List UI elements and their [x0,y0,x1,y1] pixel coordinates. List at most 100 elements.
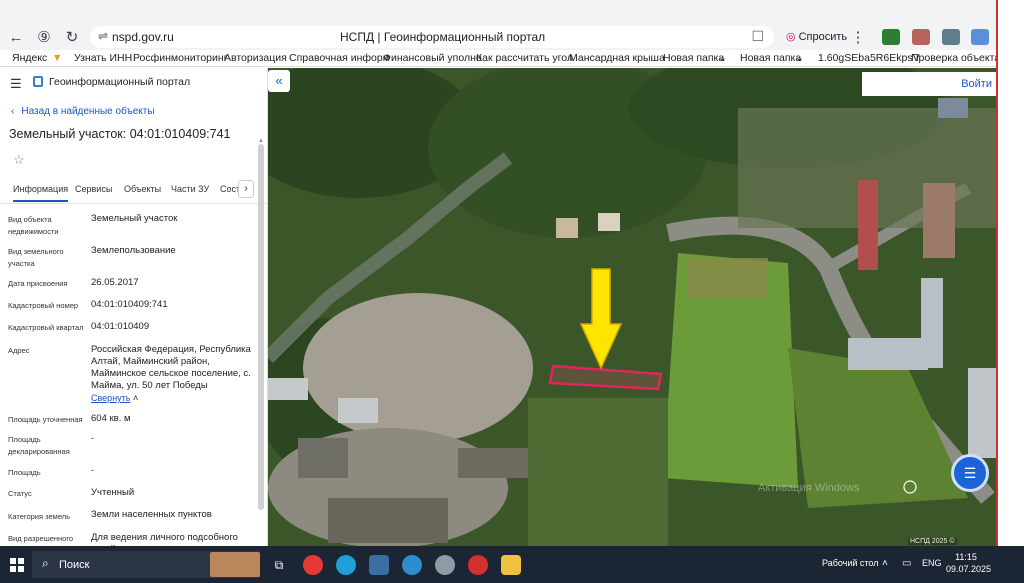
taskbar-search-label: Поиск [59,559,90,571]
address-bar[interactable]: ⇌ nspd.gov.ru НСПД | Геоинформационный п… [90,26,774,48]
object-info-panel: ☰ Геоинформационный портал ‹ Назад в найд… [0,68,268,546]
field-label: Площадь уточненная [8,415,83,424]
ask-button[interactable]: ◎ Спросить [786,30,847,43]
status-value: Учтенный [91,487,135,498]
login-box[interactable]: Войти [862,72,996,96]
chat-icon: ☰ [963,465,977,481]
address-value: Российская Федерация, Республика Алтай, … [91,344,251,391]
back-icon[interactable]: ← [6,28,26,48]
chevron-left-icon: ‹ [11,106,15,117]
field-value: Земельный участок [91,213,178,224]
collapse-link[interactable]: Свернуть ˄ [91,392,256,404]
language-indicator[interactable]: ENG [922,558,942,568]
edge-icon[interactable] [336,555,356,575]
menu-icon[interactable]: ⋮ [848,28,868,48]
field-label: Статус [8,489,32,498]
opera-icon[interactable] [468,555,488,575]
satellite-map[interactable]: « Войти Активация Windows ☰ НСПД 2025 © [268,68,996,546]
bookmark-folder[interactable]: Новая папка [663,52,724,64]
tab-services[interactable]: Сервисы [75,184,112,194]
tabs-next-button[interactable]: › [238,180,254,198]
field-label: Площадь декларированная [8,435,70,456]
field-label: Дата присвоения [8,279,68,288]
bookmark-item[interactable]: 1.60gSEba5R6EkpsV [818,52,920,64]
system-clock[interactable]: 11:15 09.07.2025 [946,551,992,575]
chevron-down-icon: ⌄ [718,52,727,64]
tab-parts[interactable]: Части ЗУ [171,184,209,194]
bookmark-item[interactable]: Узнать ИНН [74,52,132,64]
tab-information[interactable]: Информация [13,184,69,202]
site-settings-icon[interactable]: ⇌ [98,29,108,43]
clock-date: 09.07.2025 [946,564,992,574]
field-label: Вид объекта недвижимости [8,215,59,236]
window-edge [996,0,1024,546]
field-value: - [91,465,95,476]
bookmark-item[interactable]: Справочная информ [289,52,390,64]
internet-explorer-icon[interactable] [402,555,422,575]
yandex-market-icon[interactable]: ▼ [52,52,62,64]
red-roof-building [858,180,878,270]
yandex-browser-icon[interactable] [303,555,323,575]
favorite-star-icon[interactable]: ☆ [13,152,25,168]
activation-watermark: Активация Windows [758,482,860,494]
bookmark-item[interactable]: Яндекс [12,52,47,64]
chevron-down-icon: ⌄ [795,52,804,64]
bookmarks-bar: Яндекс ▼ Узнать ИНН Росфинмониторинг Авт… [0,50,996,67]
permitted-use-value: Для ведения личного подсобного хозяйства [91,532,238,546]
field-value: 26.05.2017 [91,277,139,288]
field-label: Категория земель [8,512,71,521]
ask-label: Спросить [798,31,848,43]
field-label: Вид земельного участка [8,247,64,268]
chat-button[interactable]: ☰ [951,454,989,492]
back-to-results-link[interactable]: ‹ Назад в найденные объекты [11,106,155,117]
tray-chevron-icon[interactable]: ˄ [882,558,888,569]
screen: ← ⑨ ↻ ⇌ nspd.gov.ru НСПД | Геоинформацио… [0,0,1024,583]
area-value: 604 кв. м [91,413,131,424]
profile-icon[interactable] [912,29,930,45]
object-tabs: Информация Сервисы Объекты Части ЗУ Сост… [0,178,267,204]
field-label: Площадь [8,468,41,477]
store-icon[interactable] [369,555,389,575]
file-explorer-icon[interactable] [501,555,521,575]
cadastral-number: 04:01:010409:741 [91,299,168,310]
land-category-value: Земли населенных пунктов [91,509,212,520]
bookmark-item[interactable]: Росфинмониторинг [133,52,228,64]
back-label: Назад в найденные объекты [21,106,155,117]
collapse-panel-button[interactable]: « [268,70,290,92]
extension-icon[interactable] [882,29,900,45]
panel-scrollbar[interactable] [258,144,264,510]
bookmark-icon[interactable]: ☐ [751,28,764,45]
clock-time: 11:15 [955,552,977,562]
field-value: 04:01:010409 [91,321,150,332]
bookmark-item[interactable]: Авторизация [224,52,287,64]
app-icon[interactable] [435,555,455,575]
downloads-icon[interactable] [942,29,960,45]
field-label: Кадастровый номер [8,301,79,310]
browser-toolbar: ← ⑨ ↻ ⇌ nspd.gov.ru НСПД | Геоинформацио… [0,0,996,50]
address-url: nspd.gov.ru [112,30,174,44]
portal-title: Геоинформационный портал [49,76,191,88]
tab-objects[interactable]: Объекты [124,184,161,194]
reload-icon[interactable]: ↻ [62,28,82,48]
collapse-label: Свернуть [91,393,131,403]
windows-start-icon[interactable] [10,558,24,572]
field-label: Адрес [8,346,30,355]
account-icon[interactable] [971,29,989,45]
hamburger-menu-icon[interactable]: ☰ [10,76,22,92]
field-label: Вид разрешенного [8,534,74,543]
bookmark-item[interactable]: Мансардная крыша [569,52,665,64]
desktop-toolbar-label[interactable]: Рабочий стол [822,558,879,568]
task-view-icon[interactable]: ⧉ [269,555,289,575]
network-icon[interactable]: ▭ [902,558,911,569]
bookmark-item[interactable]: Проверка объекта н [911,52,996,64]
satellite-imagery [268,68,996,546]
weather-widget-icon[interactable] [210,552,260,577]
bookmark-folder[interactable]: Новая папка [740,52,801,64]
bookmark-item[interactable]: Финансовый уполно [383,52,482,64]
login-label: Войти [961,78,992,90]
field-value: - [91,433,95,444]
map-copyright: НСПД 2025 © [908,538,957,545]
bookmark-item[interactable]: Как рассчитать угол [476,52,573,64]
yandex-icon[interactable]: ⑨ [34,28,54,48]
windows-taskbar: ⌕ Поиск ⧉ Рабочий стол ˄ ▭ ENG 11:15 09.… [0,546,1024,583]
